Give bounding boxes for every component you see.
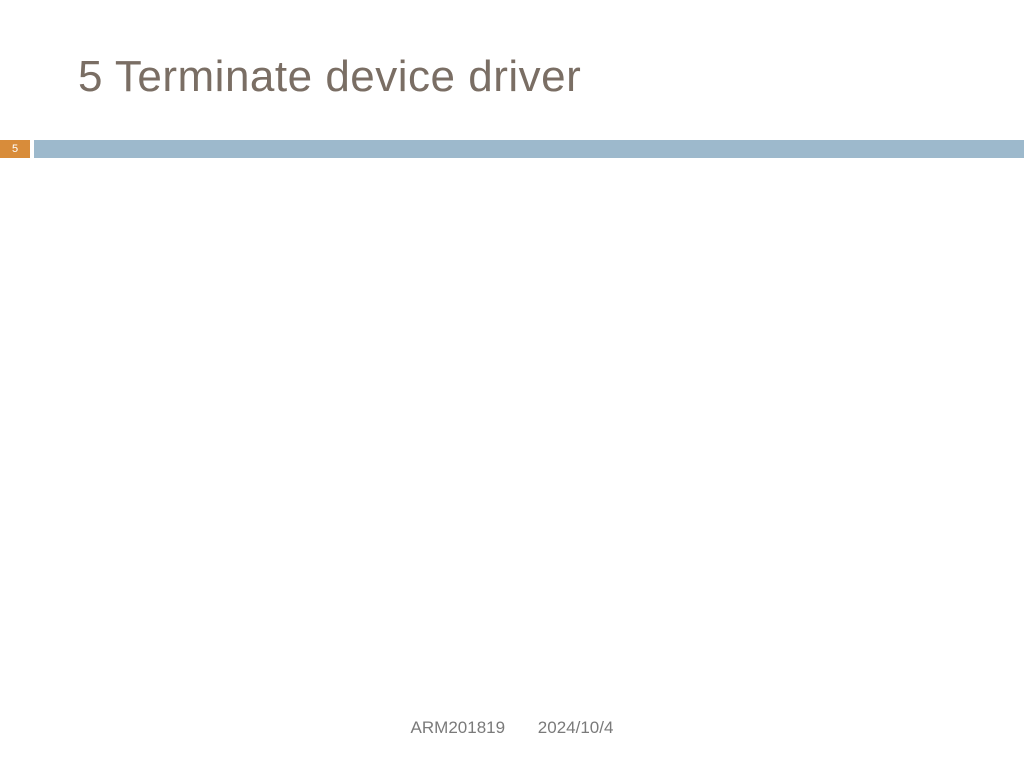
- divider-bar: [34, 140, 1024, 158]
- footer-course-code: ARM201819: [411, 718, 506, 738]
- title-divider: 5: [0, 140, 1024, 158]
- footer-date: 2024/10/4: [538, 718, 614, 738]
- slide-title: 5 Terminate device driver: [78, 52, 581, 102]
- slide-footer: ARM201819 2024/10/4: [0, 718, 1024, 738]
- page-number-badge: 5: [0, 140, 30, 158]
